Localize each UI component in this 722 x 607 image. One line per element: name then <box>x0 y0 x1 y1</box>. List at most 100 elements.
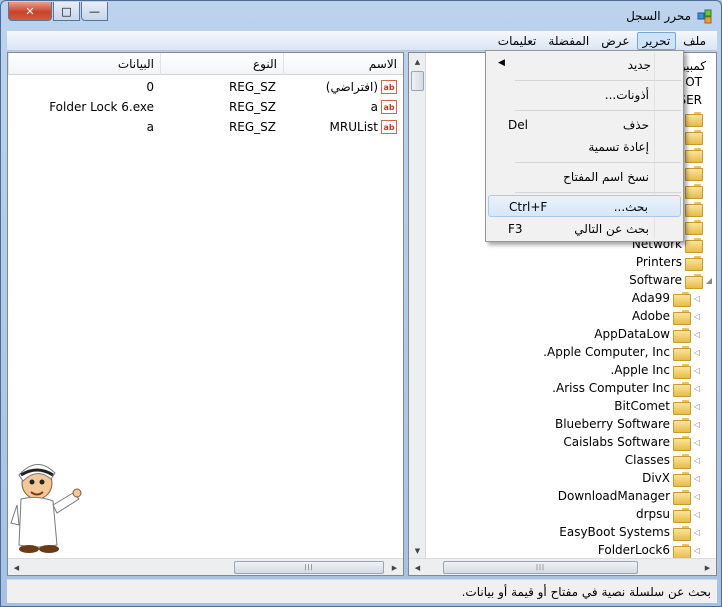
list-row[interactable]: ab (افتراضي) REG_SZ 0 <box>8 77 403 97</box>
folder-icon <box>673 507 691 523</box>
tree-item[interactable]: ◁ Classes <box>625 451 702 469</box>
close-icon: ✕ <box>25 4 35 18</box>
tree-item-hidden-5[interactable] <box>682 181 704 199</box>
expand-arrow-icon[interactable]: ◁ <box>692 546 702 555</box>
folder-icon <box>673 525 691 541</box>
expand-arrow-icon[interactable]: ◁ <box>692 420 702 429</box>
tree-item[interactable]: ◁ Caislabs Software <box>563 433 702 451</box>
maximize-button[interactable]: □ <box>53 2 80 21</box>
folder-icon <box>685 129 703 145</box>
menu-bar: ملف تحرير عرض المفضلة تعليمات <box>7 31 717 51</box>
menu-separator <box>515 110 681 111</box>
scroll-down-arrow-icon[interactable]: ▼ <box>409 542 426 559</box>
string-value-icon: ab <box>381 120 397 134</box>
column-header-name[interactable]: الاسم <box>283 53 403 75</box>
list-header: الاسم النوع البيانات <box>8 53 403 75</box>
menu-edit[interactable]: تحرير <box>636 31 677 50</box>
menu-view[interactable]: عرض <box>596 33 634 49</box>
tree-item[interactable]: ◁ Ada99 <box>632 289 702 307</box>
folder-icon <box>685 219 703 235</box>
tree-item-hidden-4[interactable] <box>682 163 704 181</box>
menu-item-delete[interactable]: حذف Del <box>488 114 681 136</box>
value-data: 0 <box>146 80 154 94</box>
tree-item[interactable]: ◁ AppDataLow <box>594 325 702 343</box>
menu-separator <box>515 192 681 193</box>
folder-icon <box>685 237 703 253</box>
tree-item[interactable]: ◁ Apple Computer, Inc. <box>543 343 702 361</box>
title-bar[interactable]: ✕ □ — محرر السجل <box>1 1 721 31</box>
tree-item-hidden-3[interactable] <box>682 145 704 163</box>
folder-icon <box>685 111 703 127</box>
folder-icon <box>685 183 703 199</box>
expand-arrow-icon[interactable]: ◢ <box>704 276 714 285</box>
mascot-character-image <box>10 464 82 553</box>
tree-item[interactable]: ◁ DivX <box>642 469 702 487</box>
tree-item[interactable]: ◁ EasyBoot Systems <box>559 523 702 541</box>
close-button[interactable]: ✕ <box>8 2 52 21</box>
tree-item[interactable]: ◁ Blueberry Software <box>555 415 702 433</box>
expand-arrow-icon[interactable]: ◁ <box>692 456 702 465</box>
minimize-button[interactable]: — <box>81 2 108 21</box>
scroll-right-arrow-icon[interactable]: ▶ <box>699 559 716 575</box>
expand-arrow-icon[interactable]: ◁ <box>692 438 702 447</box>
folder-icon <box>673 489 691 505</box>
list-horizontal-scrollbar[interactable]: ◀ ||| ▶ <box>8 558 403 575</box>
expand-arrow-icon[interactable]: ◁ <box>692 348 702 357</box>
tree-item-hkcr[interactable]: OT <box>685 73 702 91</box>
menu-item-find[interactable]: بحث... Ctrl+F <box>488 195 681 217</box>
expand-arrow-icon[interactable]: ◁ <box>692 384 702 393</box>
minimize-icon: — <box>89 4 100 18</box>
status-bar: بحث عن سلسلة نصية في مفتاح أو قيمة أو بي… <box>7 579 717 603</box>
menu-item-copy-key-name[interactable]: نسخ اسم المفتاح <box>488 166 681 188</box>
value-name: MRUList <box>329 120 378 134</box>
tree-hscroll-thumb[interactable]: ||| <box>443 561 638 574</box>
tree-vertical-scrollbar[interactable]: ▲ ▼ <box>409 53 426 559</box>
menu-separator <box>515 80 681 81</box>
expand-arrow-icon[interactable]: ◁ <box>692 510 702 519</box>
menu-item-permissions[interactable]: أذونات... <box>488 84 681 106</box>
tree-item[interactable]: ◁ BitComet <box>614 397 702 415</box>
expand-arrow-icon[interactable]: ◁ <box>692 312 702 321</box>
tree-item[interactable]: ◁ Adobe <box>632 307 702 325</box>
tree-item[interactable]: ◁ Apple Inc. <box>610 361 702 379</box>
tree-item-hidden-6[interactable] <box>682 199 704 217</box>
tree-item[interactable]: ◁ FolderLock6 <box>598 541 702 559</box>
expand-arrow-icon[interactable]: ◁ <box>692 330 702 339</box>
scroll-left-arrow-icon[interactable]: ◀ <box>409 559 426 575</box>
tree-scroll-thumb[interactable] <box>411 71 424 91</box>
value-type: REG_SZ <box>228 80 276 94</box>
value-name: a <box>370 100 378 114</box>
menu-item-new[interactable]: جديد ◀ <box>488 54 681 76</box>
expand-arrow-icon[interactable]: ◁ <box>692 366 702 375</box>
menu-file[interactable]: ملف <box>678 33 711 49</box>
folder-icon <box>673 327 691 343</box>
expand-arrow-icon[interactable]: ◁ <box>692 528 702 537</box>
expand-arrow-icon[interactable]: ◁ <box>692 492 702 501</box>
expand-arrow-icon[interactable]: ◁ <box>692 474 702 483</box>
list-hscroll-thumb[interactable]: ||| <box>234 561 384 574</box>
tree-item[interactable]: ◢ Software <box>629 271 714 289</box>
menu-item-find-next[interactable]: بحث عن التالي F3 <box>488 218 681 240</box>
menu-favorites[interactable]: المفضلة <box>543 33 594 49</box>
tree-horizontal-scrollbar[interactable]: ◀ ||| ▶ <box>409 558 716 575</box>
edit-menu-dropdown: جديد ◀ أذونات... حذف Del إعادة تسمية نسخ… <box>485 50 684 242</box>
scroll-left-arrow-icon[interactable]: ◀ <box>8 559 25 575</box>
tree-item-hidden-7[interactable] <box>682 217 704 235</box>
expand-arrow-icon[interactable]: ◁ <box>692 294 702 303</box>
folder-icon <box>673 453 691 469</box>
menu-help[interactable]: تعليمات <box>493 33 542 49</box>
list-row[interactable]: ab MRUList REG_SZ a <box>8 117 403 137</box>
column-header-data[interactable]: البيانات <box>8 53 160 75</box>
menu-item-rename[interactable]: إعادة تسمية <box>488 136 681 158</box>
column-header-type[interactable]: النوع <box>160 53 283 75</box>
expand-arrow-icon[interactable]: ◁ <box>692 402 702 411</box>
tree-item[interactable]: ◁ drpsu <box>636 505 702 523</box>
scroll-right-arrow-icon[interactable]: ▶ <box>386 559 403 575</box>
tree-item[interactable]: ◁ DownloadManager <box>558 487 702 505</box>
tree-item-hidden-1[interactable] <box>682 109 704 127</box>
scroll-up-arrow-icon[interactable]: ▲ <box>409 53 426 70</box>
tree-item-hidden-2[interactable] <box>682 127 704 145</box>
tree-item[interactable]: Printers <box>636 253 714 271</box>
tree-item[interactable]: ◁ Ariss Computer Inc. <box>552 379 702 397</box>
list-row[interactable]: ab a REG_SZ Folder Lock 6.exe <box>8 97 403 117</box>
